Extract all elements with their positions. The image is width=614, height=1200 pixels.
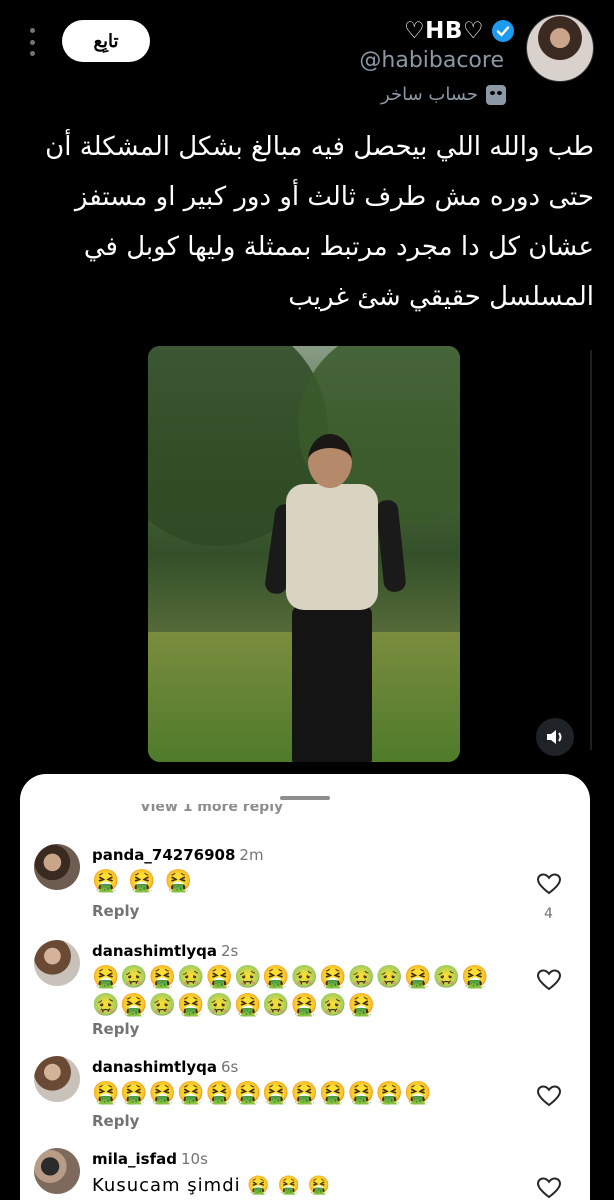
comment-time: 2m bbox=[239, 846, 264, 864]
parody-label-row: حساب ساخر bbox=[381, 84, 506, 105]
comment-username[interactable]: panda_74276908 2m bbox=[92, 846, 264, 864]
tweet-video[interactable] bbox=[148, 346, 460, 762]
scroll-indicator bbox=[590, 350, 592, 750]
heart-icon[interactable] bbox=[536, 968, 562, 992]
commenter-avatar[interactable] bbox=[34, 1148, 80, 1194]
heart-icon[interactable] bbox=[536, 1176, 562, 1200]
tweet-text: طب والله اللي بيحصل فيه مبالغ بشكل المشك… bbox=[45, 132, 594, 312]
follow-button[interactable]: تابِع bbox=[62, 20, 150, 62]
comment-username[interactable]: danashimtlyqa 2s bbox=[92, 942, 238, 960]
comment-body: 🤮 🤮 🤮 bbox=[92, 869, 194, 894]
comment-time: 10s bbox=[181, 1150, 208, 1168]
comment-reply-button[interactable]: Reply bbox=[92, 902, 139, 920]
sheet-drag-handle[interactable] bbox=[280, 796, 330, 800]
video-runner-figure bbox=[263, 434, 407, 762]
comment-body: 🤮🤢🤮🤢🤮🤢🤮🤢🤮🤢🤢🤮🤢🤮🤢🤮🤢🤮🤢🤮🤢🤮🤢🤮 bbox=[92, 965, 490, 1018]
comment-time: 2s bbox=[221, 942, 239, 960]
commenter-avatar[interactable] bbox=[34, 1056, 80, 1102]
comment-body: 🤮🤮🤮🤮🤮🤮🤮🤮🤮🤮🤮🤮 bbox=[92, 1081, 433, 1106]
author-name-row: ♡HB♡ bbox=[404, 18, 514, 44]
commenter-avatar[interactable] bbox=[34, 844, 80, 890]
comment-body: Kusucam şimdi 🤮 🤮 🤮 bbox=[92, 1175, 332, 1196]
comment-reply-button[interactable]: Reply bbox=[92, 1112, 139, 1130]
comment-time: 6s bbox=[221, 1058, 239, 1076]
parody-mask-icon bbox=[486, 84, 506, 105]
like-count: 4 bbox=[544, 906, 553, 922]
heart-icon[interactable] bbox=[536, 872, 562, 896]
author-display-name[interactable]: ♡HB♡ bbox=[404, 18, 484, 44]
comment-reply-button[interactable]: Reply bbox=[92, 1020, 139, 1038]
author-handle[interactable]: @habibacore bbox=[359, 48, 504, 73]
verified-badge-icon bbox=[492, 20, 514, 42]
heart-icon[interactable] bbox=[536, 1084, 562, 1108]
comments-sheet: View 1 more reply panda_74276908 2m 🤮 🤮 🤮… bbox=[20, 774, 590, 1200]
parody-label: حساب ساخر bbox=[381, 84, 478, 105]
more-options-icon[interactable] bbox=[28, 28, 36, 56]
comment-username[interactable]: mila_isfad 10s bbox=[92, 1150, 208, 1168]
view-more-replies[interactable]: View 1 more reply bbox=[140, 804, 283, 816]
commenter-avatar[interactable] bbox=[34, 940, 80, 986]
comment-username[interactable]: danashimtlyqa 6s bbox=[92, 1058, 238, 1076]
speaker-icon[interactable] bbox=[536, 718, 574, 756]
author-avatar[interactable] bbox=[526, 14, 594, 82]
